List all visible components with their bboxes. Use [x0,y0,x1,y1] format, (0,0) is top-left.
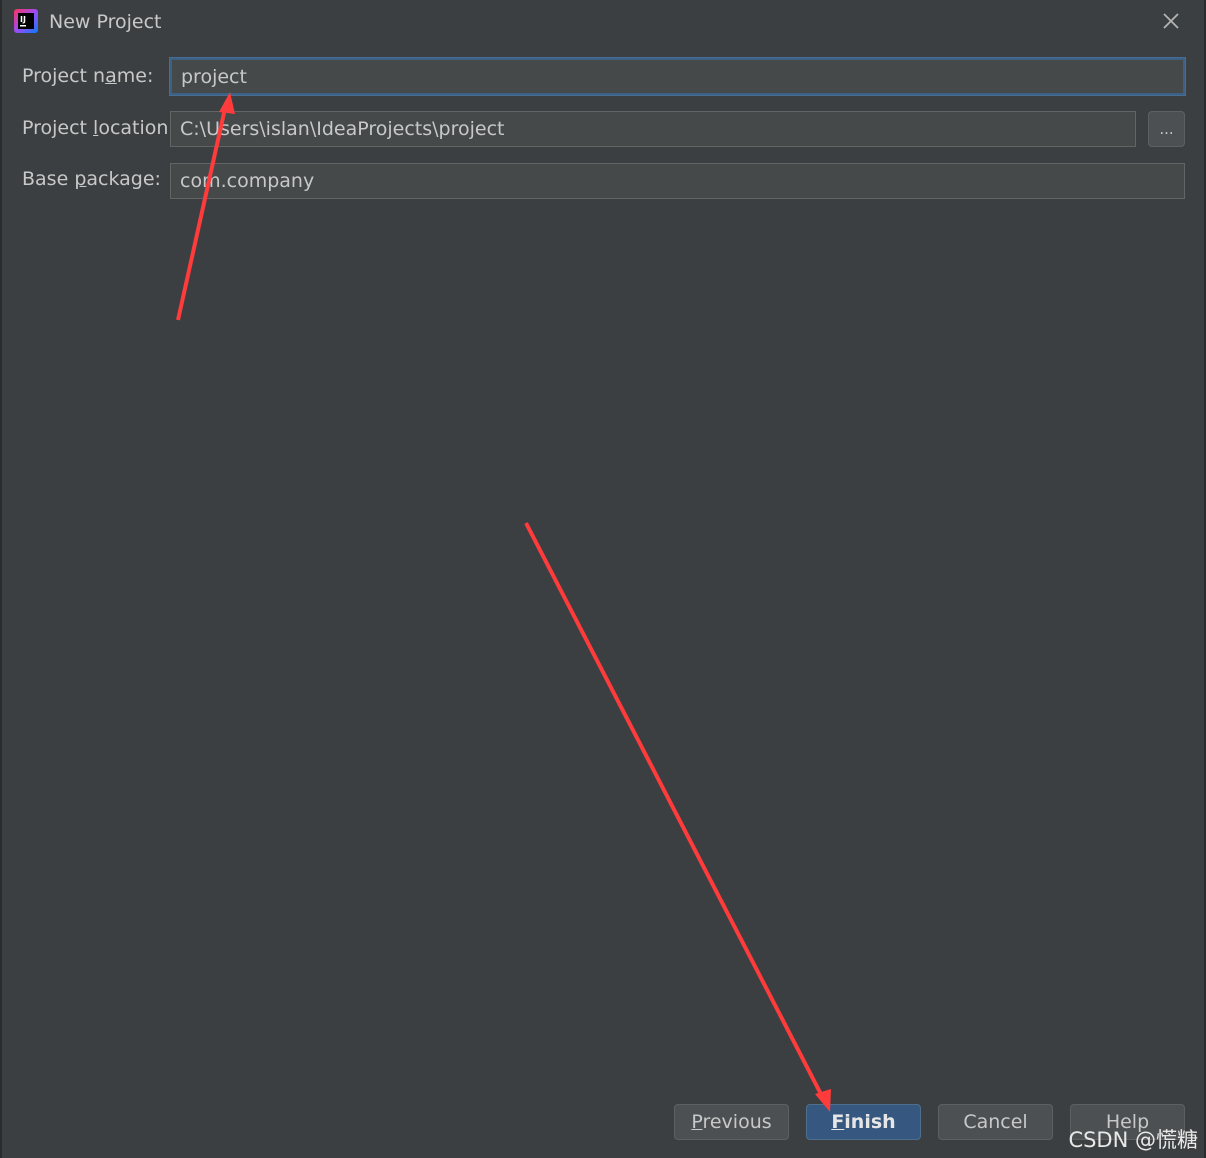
dialog-title: New Project [49,11,162,33]
project-name-label: Project name: [22,65,154,87]
title-bar: IJ New Project [2,0,1206,44]
base-package-input[interactable] [170,163,1185,199]
close-icon[interactable] [1158,8,1184,34]
previous-button[interactable]: Previous [674,1104,789,1140]
browse-button[interactable]: ... [1148,111,1185,147]
project-name-input[interactable] [170,58,1185,95]
svg-text:IJ: IJ [20,15,26,24]
intellij-idea-icon: IJ [14,9,38,33]
project-location-label: Project location: [22,117,175,139]
finish-button[interactable]: Finish [806,1104,921,1140]
annotation-arrow-to-finish [524,522,826,1101]
cancel-button[interactable]: Cancel [938,1104,1053,1140]
watermark: CSDN @慌糖 [1068,1128,1198,1152]
project-location-input[interactable] [170,111,1136,147]
base-package-label: Base package: [22,168,161,190]
new-project-dialog: IJ New Project Project name: Project loc… [0,0,1206,1158]
